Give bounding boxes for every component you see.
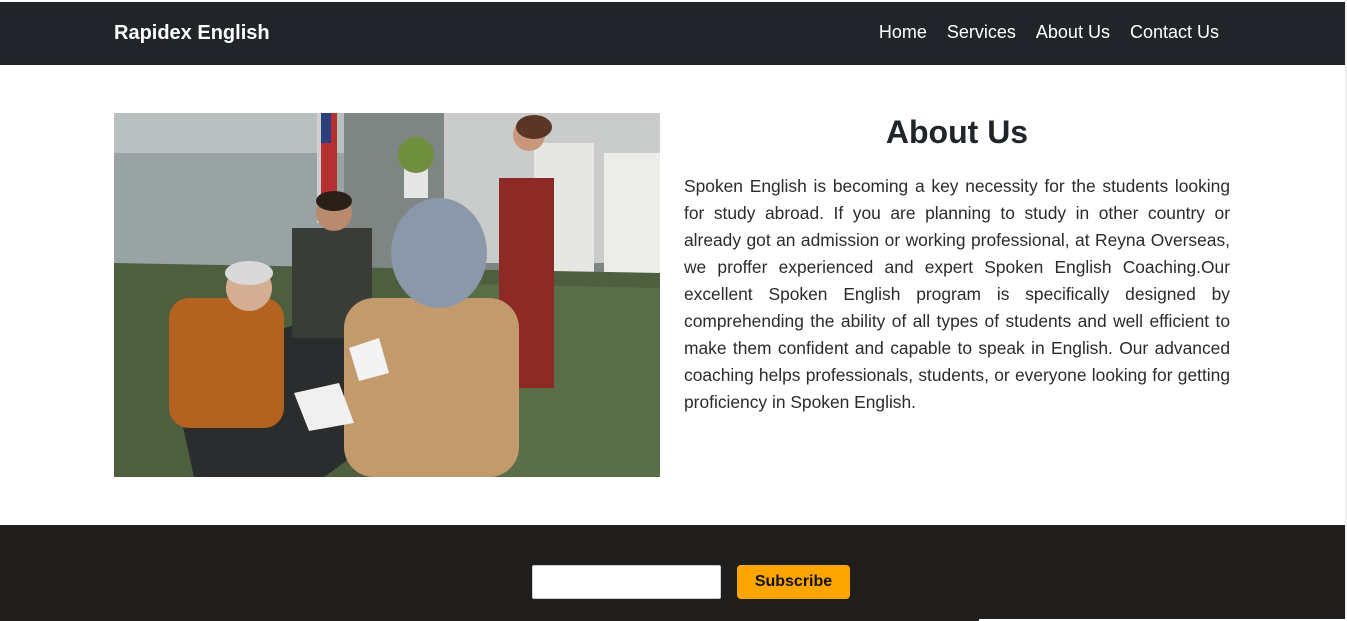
nav-links: Home Services About Us Contact Us xyxy=(879,22,1219,43)
about-title: About Us xyxy=(885,114,1029,150)
about-image xyxy=(114,113,660,477)
subscribe-button[interactable]: Subscribe xyxy=(737,565,850,599)
brand-logo[interactable]: Rapidex English xyxy=(114,22,270,45)
nav-home[interactable]: Home xyxy=(879,22,927,43)
subscribe-email-input[interactable] xyxy=(532,565,721,599)
nav-services[interactable]: Services xyxy=(947,22,1016,43)
nav-contact-us[interactable]: Contact Us xyxy=(1130,22,1219,43)
nav-about-us[interactable]: About Us xyxy=(1036,22,1110,43)
about-description: Spoken English is becoming a key necessi… xyxy=(684,176,1230,412)
navbar: Rapidex English Home Services About Us C… xyxy=(0,2,1345,65)
footer: Subscribe xyxy=(0,525,1345,621)
